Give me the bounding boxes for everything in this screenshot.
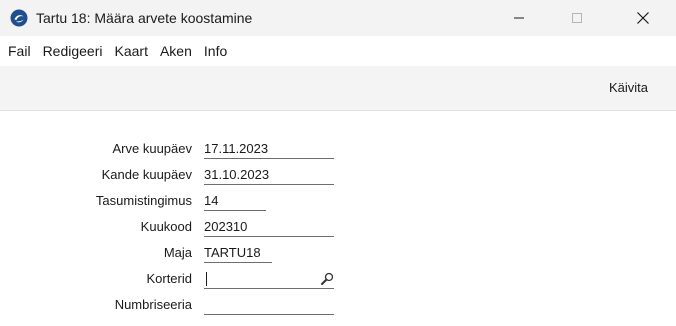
flats-label: Korterid	[146, 271, 192, 286]
menu-item-aken[interactable]: Aken	[154, 36, 198, 66]
menu-item-kaart[interactable]: Kaart	[109, 36, 154, 66]
form-row-invoice-date: Arve kuupäev 17.11.2023	[0, 139, 676, 159]
form-row-month-code: Kuukood 202310	[0, 217, 676, 237]
minimize-button[interactable]	[496, 0, 542, 36]
menu-item-redigeeri[interactable]: Redigeeri	[37, 36, 109, 66]
flats-field[interactable]	[204, 269, 334, 289]
close-button[interactable]	[620, 0, 666, 36]
maximize-button[interactable]	[554, 0, 600, 36]
form-row-building: Maja TARTU18	[0, 243, 676, 263]
transaction-date-field[interactable]: 31.10.2023	[204, 165, 334, 185]
close-icon	[637, 12, 649, 24]
number-series-field[interactable]	[204, 295, 334, 315]
menu-item-fail[interactable]: Fail	[0, 36, 37, 66]
run-button[interactable]: Käivita	[609, 66, 648, 110]
app-window: Tartu 18: Määra arvete koostamine Fail R…	[0, 0, 676, 326]
building-field[interactable]: TARTU18	[204, 243, 272, 263]
maximize-icon	[572, 13, 582, 23]
window-title: Tartu 18: Määra arvete koostamine	[36, 10, 253, 26]
form-row-flats: Korterid	[0, 269, 676, 289]
magnifier-icon[interactable]	[320, 272, 334, 286]
invoice-date-label: Arve kuupäev	[112, 141, 193, 156]
building-label: Maja	[163, 245, 192, 260]
text-caret	[206, 272, 207, 286]
transaction-date-label: Kande kuupäev	[101, 167, 192, 182]
app-logo-icon	[10, 9, 28, 27]
number-series-label: Numbriseeria	[114, 297, 192, 312]
minimize-icon	[514, 17, 524, 19]
button-bar: Käivita	[0, 66, 676, 111]
form-row-number-series: Numbriseeria	[0, 295, 676, 315]
menu-item-info[interactable]: Info	[198, 36, 233, 66]
title-bar[interactable]: Tartu 18: Määra arvete koostamine	[0, 0, 676, 36]
month-code-label: Kuukood	[140, 219, 192, 234]
menu-bar: Fail Redigeeri Kaart Aken Info	[0, 36, 676, 66]
month-code-field[interactable]: 202310	[204, 217, 334, 237]
form-row-transaction-date: Kande kuupäev 31.10.2023	[0, 165, 676, 185]
form-row-payment-terms: Tasumistingimus 14	[0, 191, 676, 211]
specification-form: Arve kuupäev 17.11.2023 Kande kuupäev 31…	[0, 111, 676, 326]
payment-terms-field[interactable]: 14	[204, 191, 266, 211]
invoice-date-field[interactable]: 17.11.2023	[204, 139, 334, 159]
payment-terms-label: Tasumistingimus	[95, 193, 192, 208]
